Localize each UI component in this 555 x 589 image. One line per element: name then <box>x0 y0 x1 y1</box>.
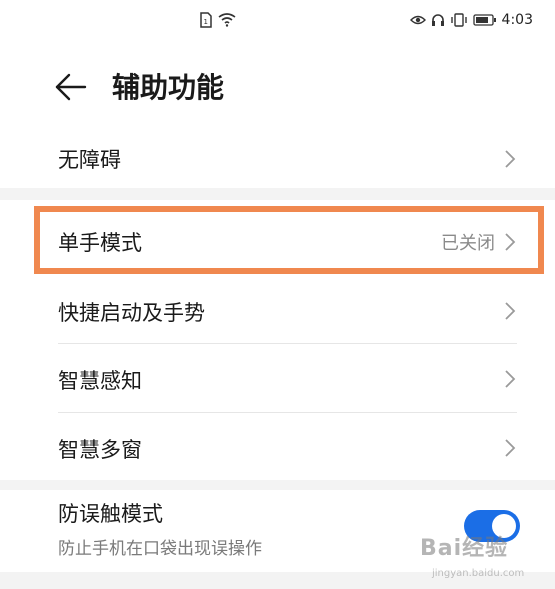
vibrate-icon <box>450 13 467 27</box>
row-value: 已关闭 <box>441 233 495 254</box>
chevron-right-icon <box>505 233 516 251</box>
row-label: 智慧感知 <box>58 369 142 393</box>
chevron-right-icon <box>505 370 516 388</box>
chevron-right-icon <box>505 302 516 320</box>
back-button[interactable] <box>54 70 88 104</box>
sim-icon: 1 <box>200 12 212 28</box>
battery-icon <box>472 14 496 26</box>
page-header: 辅助功能 <box>0 44 555 136</box>
row-label: 单手模式 <box>58 231 142 255</box>
chevron-right-icon <box>505 150 516 168</box>
wifi-icon <box>218 13 236 27</box>
card-accessibility: 无障碍 <box>0 128 555 188</box>
card-settings-list: 单手模式 已关闭 快捷启动及手势 智慧感知 智慧多窗 <box>0 200 555 480</box>
row-shortcut-gestures[interactable]: 快捷启动及手势 <box>0 276 555 344</box>
watermark-url: jingyan.baidu.com <box>432 568 525 579</box>
row-smart-multiwindow[interactable]: 智慧多窗 <box>0 413 555 480</box>
toggle-sublabel: 防止手机在口袋出现误操作 <box>58 539 262 559</box>
status-right-icons: 4:03 <box>409 12 533 28</box>
status-left-icons: 1 <box>200 12 236 28</box>
headphone-icon <box>431 14 444 26</box>
svg-text:1: 1 <box>204 18 208 26</box>
row-smart-sensing[interactable]: 智慧感知 <box>0 344 555 412</box>
chevron-right-icon <box>505 439 516 457</box>
row-one-hand-mode[interactable]: 单手模式 已关闭 <box>0 206 555 270</box>
row-label: 快捷启动及手势 <box>58 301 205 325</box>
row-label: 无障碍 <box>58 148 121 172</box>
back-arrow-icon <box>55 73 87 101</box>
watermark-logo: Bai经验 <box>420 536 509 561</box>
eye-icon <box>409 15 426 25</box>
toggle-label: 防误触模式 <box>58 502 163 526</box>
status-time: 4:03 <box>501 12 533 28</box>
row-accessibility[interactable]: 无障碍 <box>0 128 555 188</box>
row-label: 智慧多窗 <box>58 438 142 462</box>
status-bar: 1 4:03 <box>0 0 555 44</box>
page-title: 辅助功能 <box>112 71 225 104</box>
